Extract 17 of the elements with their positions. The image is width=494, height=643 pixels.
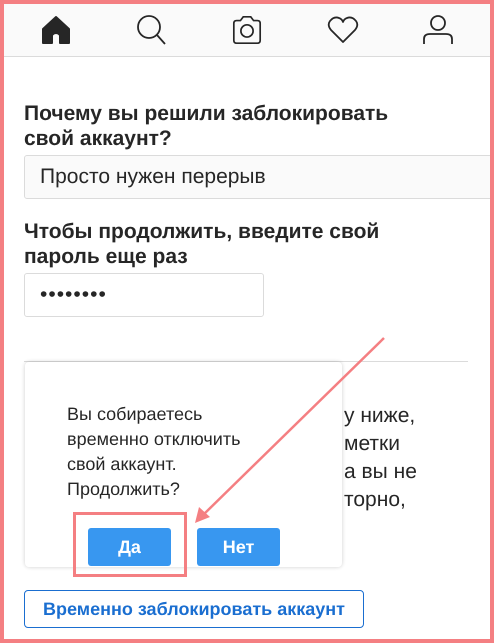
partial-text: метки: [344, 431, 400, 457]
partial-text: торно,: [344, 487, 406, 513]
profile-icon[interactable]: [422, 14, 454, 46]
reason-select[interactable]: Просто нужен перерыв: [24, 155, 490, 199]
password-label: Чтобы продолжить, введите свой пароль еще раз: [24, 219, 380, 269]
search-icon[interactable]: [135, 14, 168, 46]
partial-text: а вы не: [344, 459, 417, 485]
yes-button[interactable]: Да: [88, 528, 171, 566]
home-icon[interactable]: [40, 14, 72, 46]
disable-account-button[interactable]: Временно заблокировать аккаунт: [24, 590, 364, 628]
question-label: Почему вы решили заблокировать свой аккаунт?: [24, 101, 390, 151]
partial-text: у ниже,: [344, 403, 416, 429]
heart-icon[interactable]: [326, 14, 359, 46]
dialog-message: Вы собираетесь временно отключить свой аккаунт. Продолжить?: [67, 403, 242, 501]
no-button[interactable]: Нет: [197, 528, 280, 566]
password-field[interactable]: ••••••••: [24, 273, 264, 317]
camera-icon[interactable]: [230, 14, 263, 46]
